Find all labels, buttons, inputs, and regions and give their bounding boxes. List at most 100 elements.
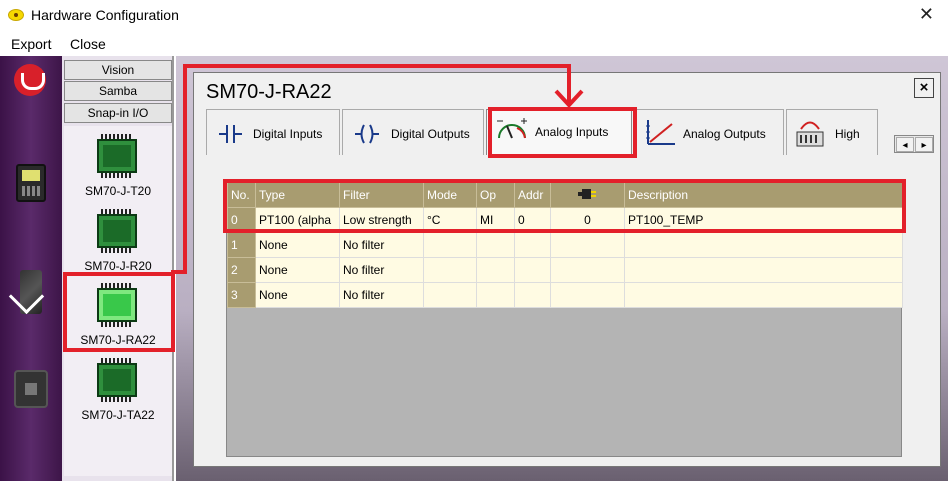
col-header-type[interactable]: Type [255,182,340,208]
module-label: SM70-J-R20 [84,259,152,273]
table-row[interactable]: 3 None No filter [227,282,903,308]
tab-analog-inputs[interactable]: Analog Inputs [486,109,632,155]
table-row[interactable]: 1 None No filter [227,232,903,258]
cell-op[interactable] [476,232,515,258]
col-header-addr[interactable]: Addr [514,182,551,208]
analog-outputs-icon [646,120,675,145]
cell-addr[interactable] [514,282,551,308]
cell-op[interactable]: MI [476,207,515,233]
vision-plc-icon[interactable] [16,164,46,202]
pointer-tool-icon[interactable] [20,270,42,314]
cell-plug[interactable]: 0 [550,207,625,233]
cell-addr[interactable] [514,257,551,283]
module-chip-icon [97,134,137,178]
analog-inputs-table-area: No. Type Filter Mode Op Addr Description… [226,181,903,457]
cell-plug[interactable] [550,257,625,283]
table-row[interactable]: 0 PT100 (alpha Low strength °C MI 0 0 PT… [227,207,903,233]
module-chip-icon [97,209,137,253]
io-module-icon[interactable] [14,370,48,408]
module-sm70-j-t20[interactable]: SM70-J-T20 [64,134,172,204]
table-row[interactable]: 2 None No filter [227,257,903,283]
io-tabs: Digital Inputs Digital Outputs Analog In… [206,109,934,157]
tab-digital-outputs[interactable]: Digital Outputs [342,109,484,155]
tab-snap-in-io[interactable]: Snap-in I/O [64,103,172,123]
cell-mode[interactable]: °C [423,207,477,233]
cell-type[interactable]: None [255,232,340,258]
dialog-close-button[interactable]: × [914,78,934,98]
module-sm70-j-ta22[interactable]: SM70-J-TA22 [64,358,172,428]
cell-mode[interactable] [423,232,477,258]
module-config-dialog: SM70-J-RA22 × Digital Inputs Digital Out… [193,72,941,467]
col-header-plug[interactable] [550,182,625,208]
menu-export[interactable]: Export [11,36,51,52]
cell-type[interactable]: None [255,257,340,283]
module-sm70-j-ra22[interactable]: SM70-J-RA22 [64,283,172,353]
cell-addr[interactable] [514,232,551,258]
col-header-op[interactable]: Op [476,182,515,208]
digital-inputs-icon [219,125,242,143]
module-chip-icon [97,358,137,402]
cell-op[interactable] [476,282,515,308]
tab-label: Analog Inputs [535,125,609,139]
module-chip-icon [97,283,137,327]
cell-filter[interactable]: No filter [339,282,424,308]
cell-filter[interactable]: No filter [339,232,424,258]
cell-mode[interactable] [423,282,477,308]
left-icon-strip [0,56,62,481]
highlight-connector-vertical [183,64,187,274]
unitronics-logo-icon [14,64,46,96]
col-header-filter[interactable]: Filter [339,182,424,208]
tab-scroller: ◂ ▸ [894,135,934,153]
cell-plug[interactable] [550,282,625,308]
table-header-row: No. Type Filter Mode Op Addr Description [227,182,903,208]
tab-label: High [835,127,860,141]
cell-no: 2 [227,257,256,283]
cell-addr[interactable]: 0 [514,207,551,233]
app-icon [8,9,24,21]
dialog-title: SM70-J-RA22 [206,81,332,103]
highlight-connector-horizontal [183,64,571,68]
cell-description[interactable] [624,257,903,283]
window-close-button[interactable]: ✕ [919,5,934,23]
tab-label: Analog Outputs [683,127,766,141]
cell-filter[interactable]: No filter [339,257,424,283]
module-label: SM70-J-TA22 [81,408,155,422]
tab-high-speed[interactable]: High [786,109,878,155]
scroll-right-button[interactable]: ▸ [915,137,933,152]
cell-type[interactable]: PT100 (alpha [255,207,340,233]
menu-close[interactable]: Close [70,36,106,52]
module-panel: Vision Samba Snap-in I/O SM70-J-T20 SM70… [62,56,174,481]
cell-no: 1 [227,232,256,258]
plug-icon [577,188,596,199]
col-header-mode[interactable]: Mode [423,182,477,208]
cell-filter[interactable]: Low strength [339,207,424,233]
tab-digital-inputs[interactable]: Digital Inputs [206,109,340,155]
cell-op[interactable] [476,257,515,283]
tab-analog-outputs[interactable]: Analog Outputs [636,109,784,155]
module-list: SM70-J-T20 SM70-J-R20 SM70-J-RA22 SM70-J… [64,126,172,476]
cell-mode[interactable] [423,257,477,283]
col-header-description[interactable]: Description [624,182,903,208]
cell-description[interactable] [624,232,903,258]
module-label: SM70-J-T20 [84,184,152,198]
cell-plug[interactable] [550,232,625,258]
high-speed-icon [796,121,824,147]
tab-label: Digital Outputs [391,127,470,141]
window-title: Hardware Configuration [31,7,179,23]
col-header-no[interactable]: No. [227,182,256,208]
cell-description[interactable] [624,282,903,308]
analog-inputs-table: No. Type Filter Mode Op Addr Description… [227,182,903,308]
tab-samba[interactable]: Samba [64,81,172,101]
menu-bar: Export Close [0,32,948,56]
title-bar: Hardware Configuration ✕ [0,0,948,32]
module-label: SM70-J-RA22 [80,333,156,347]
digital-outputs-icon [355,124,379,144]
scroll-left-button[interactable]: ◂ [896,137,914,152]
cell-description[interactable]: PT100_TEMP [624,207,903,233]
analog-inputs-icon [497,118,527,139]
tab-vision[interactable]: Vision [64,60,172,80]
cell-no: 0 [227,207,256,233]
cell-type[interactable]: None [255,282,340,308]
module-sm70-j-r20[interactable]: SM70-J-R20 [64,209,172,279]
tab-label: Digital Inputs [253,127,323,141]
